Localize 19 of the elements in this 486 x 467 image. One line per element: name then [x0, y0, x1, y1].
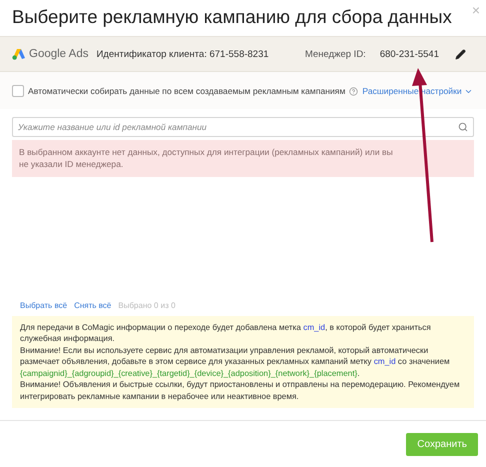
brand-name: Google Ads [29, 48, 88, 60]
error-message: В выбранном аккаунте нет данных, доступных для интеграции (рекламных кампаний) или вы не указали ID менеджера. [12, 140, 474, 177]
ads-logo-icon [12, 48, 26, 60]
selected-count: Выбрано 0 из 0 [118, 300, 176, 310]
edit-icon[interactable] [455, 48, 466, 60]
dialog-title: Выберите рекламную кампанию для сбора данных [12, 6, 452, 28]
search-icon [458, 122, 468, 132]
checkbox-label: Автоматически собирать данные по всем создаваемым рекламным кампаниям [28, 86, 346, 96]
help-icon [349, 86, 358, 96]
info-notice: Для передачи в CoMagic информации о переходе будет добавлена метка cm_id, в которой будет храниться служебная информация. Внимание! Если вы используете сервис для автоматизации управления рекламой, который автоматически размечает объявления, добавьте в этом сервисе для указанных рекламных кампаний метку cm_id со значением {campaignid}_{adgroupid}_{creative}_{targetid}_{device}_{adposition}_{network}_{placement}. Внимание! Объявления и быстрые ссылки, будут приостановлены и отправлены на перемодерацию. Рекомендуем интегрировать рекламные кампании в нерабочее или неактивное время. [12, 316, 474, 408]
checkbox[interactable] [12, 85, 24, 97]
manager-label: Менеджер ID: [304, 48, 366, 60]
search-field[interactable]: Укажите название или id рекламной кампании [12, 117, 474, 137]
advanced-settings-link[interactable]: Расширенные настройки [362, 86, 473, 96]
deselect-all-link[interactable]: Снять всё [74, 300, 112, 310]
select-all-link[interactable]: Выбрать всё [20, 300, 68, 310]
client-id: Идентификатор клиента: 671-558-8231 [96, 48, 269, 60]
save-button[interactable]: Сохранить [406, 432, 478, 456]
manager-id: 680-231-5541 [380, 48, 439, 60]
